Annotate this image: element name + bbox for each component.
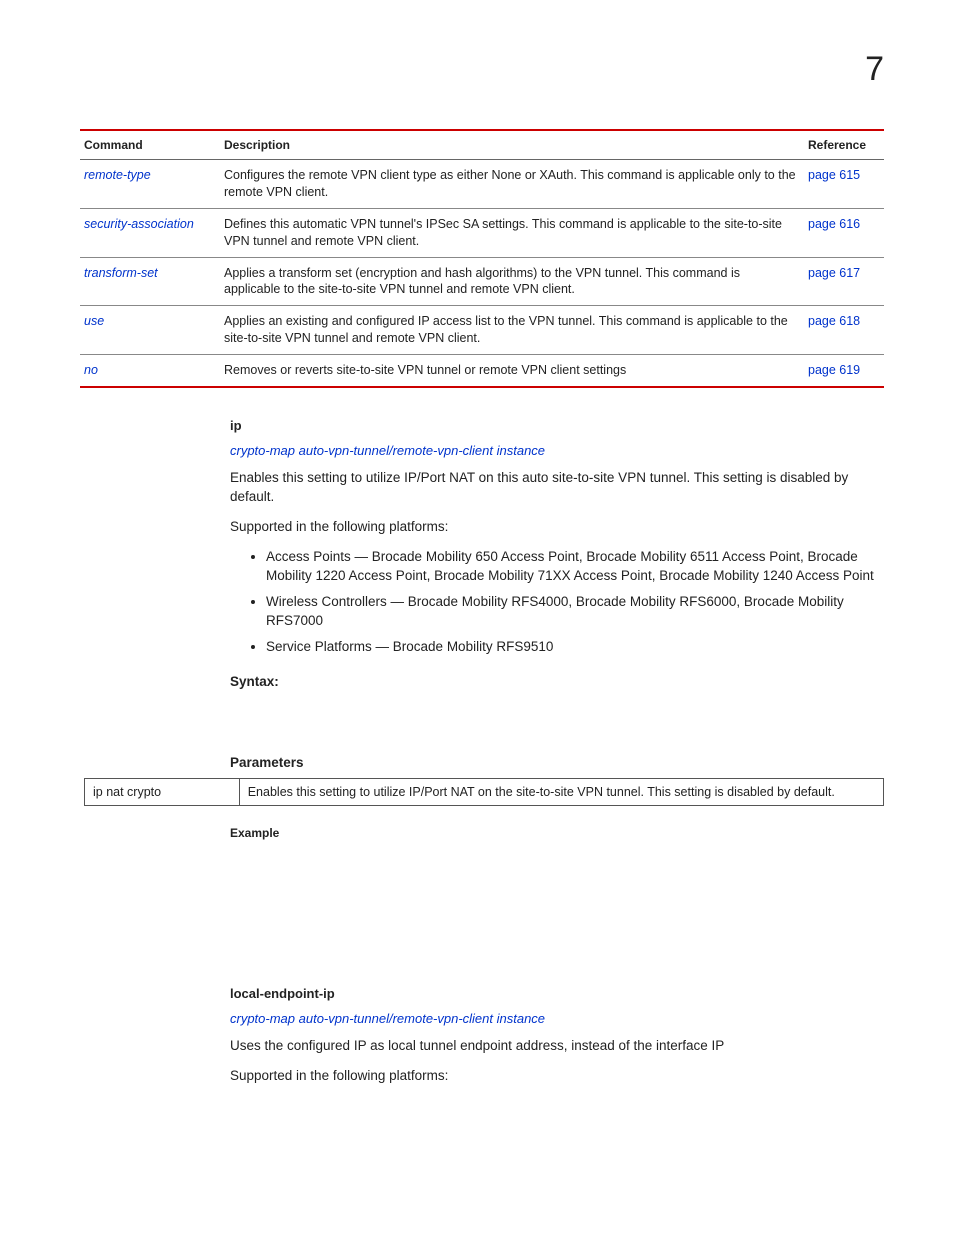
paragraph: Uses the configured IP as local tunnel e… [230,1036,884,1056]
ref-link[interactable]: page 617 [808,266,860,280]
example-block: Example [230,826,884,970]
table-row: security-association Defines this automa… [80,208,884,257]
cmd-desc: Applies an existing and configured IP ac… [220,306,804,355]
list-item: Access Points — Brocade Mobility 650 Acc… [266,547,884,586]
example-heading: Example [230,826,884,840]
cmd-link-transform-set[interactable]: transform-set [84,266,158,280]
cmd-desc: Defines this automatic VPN tunnel's IPSe… [220,208,804,257]
crossref-link[interactable]: crypto-map auto-vpn-tunnel/remote-vpn-cl… [230,443,545,458]
page: 7 Command Description Reference remote-t… [0,0,954,1176]
parameters-table: ip nat crypto Enables this setting to ut… [84,778,884,806]
table-row: no Removes or reverts site-to-site VPN t… [80,355,884,387]
cmd-link-use[interactable]: use [84,314,104,328]
table-row: remote-type Configures the remote VPN cl… [80,160,884,209]
param-key: ip nat crypto [85,779,240,806]
col-description: Description [220,130,804,160]
parameters-heading: Parameters [230,755,884,770]
paragraph: Supported in the following platforms: [230,1066,884,1086]
section-local-endpoint-ip: local-endpoint-ip crypto-map auto-vpn-tu… [230,986,884,1085]
syntax-heading: Syntax: [230,674,884,689]
cmd-desc: Applies a transform set (encryption and … [220,257,804,306]
ref-link[interactable]: page 619 [808,363,860,377]
section-title-ip: ip [230,418,884,433]
table-header-row: Command Description Reference [80,130,884,160]
section-title-local-endpoint-ip: local-endpoint-ip [230,986,884,1001]
list-item: Wireless Controllers — Brocade Mobility … [266,592,884,631]
ref-link[interactable]: page 615 [808,168,860,182]
table-row: transform-set Applies a transform set (e… [80,257,884,306]
cmd-desc: Configures the remote VPN client type as… [220,160,804,209]
chapter-number: 7 [80,50,884,89]
cmd-link-no[interactable]: no [84,363,98,377]
list-item: Service Platforms — Brocade Mobility RFS… [266,637,884,657]
paragraph: Supported in the following platforms: [230,517,884,537]
table-row: ip nat crypto Enables this setting to ut… [85,779,884,806]
table-row: use Applies an existing and configured I… [80,306,884,355]
cmd-link-security-association[interactable]: security-association [84,217,194,231]
parameters-table-wrap: ip nat crypto Enables this setting to ut… [84,778,884,806]
ref-link[interactable]: page 616 [808,217,860,231]
cmd-desc: Removes or reverts site-to-site VPN tunn… [220,355,804,387]
ref-link[interactable]: page 618 [808,314,860,328]
paragraph: Enables this setting to utilize IP/Port … [230,468,884,507]
section-ip: ip crypto-map auto-vpn-tunnel/remote-vpn… [230,418,884,771]
crossref-link[interactable]: crypto-map auto-vpn-tunnel/remote-vpn-cl… [230,1011,545,1026]
platform-list: Access Points — Brocade Mobility 650 Acc… [266,547,884,657]
col-command: Command [80,130,220,160]
param-desc: Enables this setting to utilize IP/Port … [239,779,883,806]
col-reference: Reference [804,130,884,160]
command-reference-table: Command Description Reference remote-typ… [80,129,884,388]
cmd-link-remote-type[interactable]: remote-type [84,168,151,182]
